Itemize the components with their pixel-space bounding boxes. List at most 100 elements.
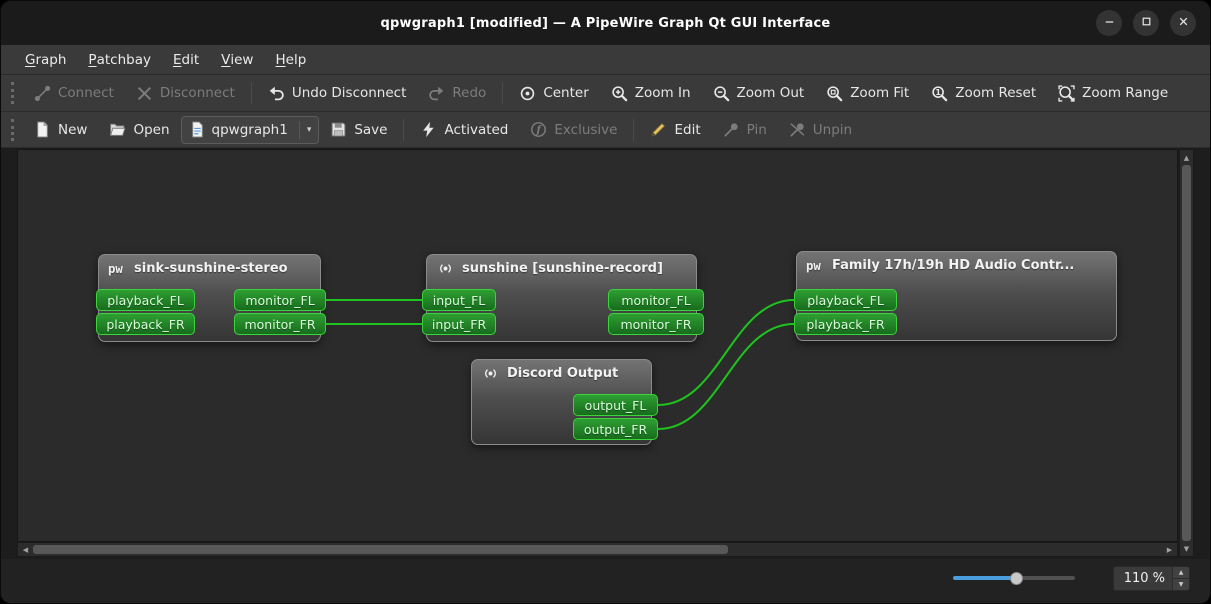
toolbar-separator <box>502 82 504 104</box>
port-sink-sunshine-stereo-monitor_FL[interactable]: monitor_FL <box>234 289 326 311</box>
center-button[interactable]: Center <box>508 78 599 108</box>
zoom-fit-icon <box>826 85 843 102</box>
zoom-fit-button[interactable]: Zoom Fit <box>815 78 920 108</box>
save-icon <box>330 121 347 138</box>
menu-patchbay[interactable]: Patchbay <box>77 45 162 74</box>
activated-icon <box>420 121 437 138</box>
menu-edit[interactable]: Edit <box>162 45 210 74</box>
connect-button[interactable]: Connect <box>23 78 125 108</box>
new-label: New <box>58 121 88 138</box>
new-button[interactable]: New <box>23 115 98 145</box>
port-discord-output-output_FR[interactable]: output_FR <box>573 418 658 440</box>
open-folder-icon <box>109 121 127 138</box>
window-maximize-button[interactable] <box>1133 10 1159 36</box>
zoom-reset-button[interactable]: 1 Zoom Reset <box>920 78 1047 108</box>
scroll-left-arrow-icon[interactable]: ◀ <box>19 543 32 556</box>
horizontal-scrollbar-handle[interactable] <box>33 545 728 554</box>
toolbar-separator <box>403 118 405 141</box>
pin-button[interactable]: Pin <box>712 115 778 145</box>
toolbar-separator <box>633 118 635 141</box>
minimize-icon <box>1102 14 1117 33</box>
port-sunshine-input_FL[interactable]: input_FL <box>422 289 496 311</box>
graph-canvas[interactable]: pw sink-sunshine-stereo playback_FL playbac… <box>17 149 1178 542</box>
port-sink-sunshine-stereo-playback_FR[interactable]: playback_FR <box>96 313 195 335</box>
horizontal-scrollbar[interactable]: ◀ ▶ <box>17 542 1178 557</box>
open-button[interactable]: Open <box>98 115 180 145</box>
center-label: Center <box>543 85 589 101</box>
unpin-icon <box>789 121 806 138</box>
statusbar: 110 % ▲ ▼ <box>1 559 1210 603</box>
open-label: Open <box>133 121 170 138</box>
undo-disconnect-label: Undo Disconnect <box>291 85 407 101</box>
toolbar-graph: Connect Disconnect Undo Disconnect Redo Cent… <box>1 75 1210 112</box>
toolbar-grip[interactable] <box>11 82 14 104</box>
unpin-button[interactable]: Unpin <box>778 115 863 145</box>
zoom-range-button[interactable]: Zoom Range <box>1047 78 1179 108</box>
port-family-hd-audio-playback_FR[interactable]: playback_FR <box>794 313 897 335</box>
port-sink-sunshine-stereo-monitor_FR[interactable]: monitor_FR <box>234 313 326 335</box>
node-title-discord-output: Discord Output <box>472 360 651 387</box>
exclusive-button[interactable]: f Exclusive <box>519 115 628 145</box>
dropdown-arrow-icon: ▾ <box>298 120 311 139</box>
toolbar-grip[interactable] <box>11 118 14 141</box>
zoom-value: 110 % <box>1123 570 1165 586</box>
zoom-slider-handle[interactable] <box>1010 571 1024 585</box>
zoom-in-icon <box>1086 570 1102 586</box>
undo-disconnect-button[interactable]: Undo Disconnect <box>257 78 418 108</box>
pin-icon <box>723 121 740 138</box>
port-discord-output-output_FL[interactable]: output_FL <box>573 394 658 416</box>
patchbay-current-combo[interactable]: qpwgraph1 ▾ <box>180 115 320 144</box>
menu-graph[interactable]: Graph <box>14 45 77 74</box>
save-label: Save <box>354 121 388 138</box>
connect-icon <box>34 85 51 102</box>
pin-label: Pin <box>746 121 767 138</box>
svg-text:pw: pw <box>806 259 821 273</box>
svg-text:f: f <box>536 124 543 136</box>
exclusive-label: Exclusive <box>554 121 618 138</box>
zoom-increase-button[interactable]: ▲ <box>1173 566 1189 579</box>
scroll-down-arrow-icon[interactable]: ▼ <box>1180 542 1193 555</box>
disconnect-label: Disconnect <box>159 85 235 101</box>
zoom-out-icon <box>713 85 730 102</box>
zoom-spinbox[interactable]: 110 % ▲ ▼ <box>1112 565 1190 591</box>
redo-icon <box>428 85 445 102</box>
titlebar: qpwgraph1 [modified] — A PipeWire Graph … <box>1 1 1210 45</box>
save-button[interactable]: Save <box>319 115 398 145</box>
redo-button[interactable]: Redo <box>417 78 497 108</box>
svg-text:1: 1 <box>936 87 942 96</box>
port-sunshine-monitor_FR[interactable]: monitor_FR <box>608 313 704 335</box>
main-area: pw sink-sunshine-stereo playback_FL playbac… <box>1 148 1210 559</box>
edit-button[interactable]: Edit <box>639 115 711 145</box>
node-title-sunshine: sunshine [sunshine-record] <box>427 255 696 282</box>
vertical-scrollbar-handle[interactable] <box>1182 165 1191 541</box>
zoom-fit-label: Zoom Fit <box>850 85 910 101</box>
zoom-slider[interactable] <box>952 569 1075 587</box>
window-close-button[interactable] <box>1170 10 1196 36</box>
zoom-in-label: Zoom In <box>634 85 691 101</box>
scroll-up-arrow-icon[interactable]: ▲ <box>1180 151 1193 164</box>
connections-layer <box>325 299 795 430</box>
activated-button[interactable]: Activated <box>409 115 519 145</box>
port-sunshine-input_FR[interactable]: input_FR <box>422 313 496 335</box>
zoom-decrease-button[interactable]: ▼ <box>1173 578 1189 590</box>
menu-view[interactable]: View <box>210 45 264 74</box>
port-sink-sunshine-stereo-playback_FL[interactable]: playback_FL <box>96 289 195 311</box>
zoom-reset-label: Zoom Reset <box>955 85 1037 101</box>
port-sunshine-monitor_FL[interactable]: monitor_FL <box>608 289 704 311</box>
vertical-scrollbar[interactable]: ▲ ▼ <box>1179 149 1194 557</box>
zoom-range-icon <box>1058 84 1075 102</box>
zoom-in-button[interactable]: Zoom In <box>600 78 702 108</box>
exclusive-icon: f <box>530 121 547 138</box>
port-family-hd-audio-playback_FL[interactable]: playback_FL <box>794 289 897 311</box>
zoom-out-button[interactable]: Zoom Out <box>702 78 816 108</box>
redo-label: Redo <box>452 85 487 101</box>
new-file-icon <box>34 121 51 138</box>
menu-help[interactable]: Help <box>264 45 317 74</box>
zoom-in-icon <box>611 85 628 102</box>
scroll-right-arrow-icon[interactable]: ▶ <box>1163 543 1176 556</box>
disconnect-button[interactable]: Disconnect <box>125 78 246 108</box>
patchbay-file-icon <box>189 121 206 138</box>
pipewire-icon: pw <box>108 261 127 276</box>
window-minimize-button[interactable] <box>1096 10 1122 36</box>
window-controls <box>1096 10 1196 36</box>
